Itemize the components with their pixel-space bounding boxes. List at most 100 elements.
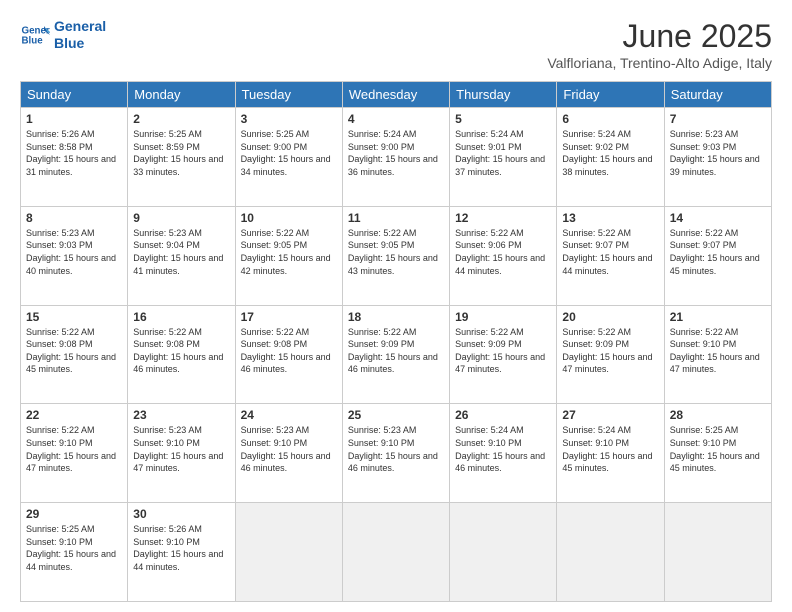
day-number: 5 — [455, 112, 551, 126]
sunrise: Sunrise: 5:23 AM — [133, 424, 229, 437]
svg-text:Blue: Blue — [22, 35, 44, 46]
table-row: 24 Sunrise: 5:23 AM Sunset: 9:10 PM Dayl… — [235, 404, 342, 503]
sunset: Sunset: 9:10 PM — [670, 338, 766, 351]
sunset: Sunset: 9:04 PM — [133, 239, 229, 252]
logo-icon: General Blue — [20, 20, 50, 50]
sunset: Sunset: 9:09 PM — [348, 338, 444, 351]
day-info: Sunrise: 5:22 AM Sunset: 9:07 PM Dayligh… — [670, 227, 766, 277]
title-block: June 2025 Valfloriana, Trentino-Alto Adi… — [547, 18, 772, 71]
day-number: 9 — [133, 211, 229, 225]
sunrise: Sunrise: 5:22 AM — [562, 227, 658, 240]
daylight: Daylight: 15 hours and 46 minutes. — [348, 450, 444, 475]
sunset: Sunset: 9:10 PM — [670, 437, 766, 450]
day-info: Sunrise: 5:23 AM Sunset: 9:04 PM Dayligh… — [133, 227, 229, 277]
sunset: Sunset: 9:03 PM — [26, 239, 122, 252]
table-row: 13 Sunrise: 5:22 AM Sunset: 9:07 PM Dayl… — [557, 206, 664, 305]
sunset: Sunset: 9:00 PM — [241, 141, 337, 154]
daylight: Daylight: 15 hours and 45 minutes. — [670, 252, 766, 277]
sunrise: Sunrise: 5:22 AM — [455, 326, 551, 339]
day-info: Sunrise: 5:22 AM Sunset: 9:05 PM Dayligh… — [241, 227, 337, 277]
table-row: 2 Sunrise: 5:25 AM Sunset: 8:59 PM Dayli… — [128, 108, 235, 207]
sunrise: Sunrise: 5:24 AM — [562, 424, 658, 437]
daylight: Daylight: 15 hours and 46 minutes. — [133, 351, 229, 376]
day-number: 18 — [348, 310, 444, 324]
table-row: 17 Sunrise: 5:22 AM Sunset: 9:08 PM Dayl… — [235, 305, 342, 404]
sunrise: Sunrise: 5:25 AM — [670, 424, 766, 437]
day-number: 30 — [133, 507, 229, 521]
day-info: Sunrise: 5:23 AM Sunset: 9:10 PM Dayligh… — [241, 424, 337, 474]
day-info: Sunrise: 5:24 AM Sunset: 9:00 PM Dayligh… — [348, 128, 444, 178]
day-info: Sunrise: 5:22 AM Sunset: 9:10 PM Dayligh… — [26, 424, 122, 474]
day-info: Sunrise: 5:23 AM Sunset: 9:10 PM Dayligh… — [133, 424, 229, 474]
col-monday: Monday — [128, 82, 235, 108]
table-row: 6 Sunrise: 5:24 AM Sunset: 9:02 PM Dayli… — [557, 108, 664, 207]
day-info: Sunrise: 5:24 AM Sunset: 9:02 PM Dayligh… — [562, 128, 658, 178]
daylight: Daylight: 15 hours and 33 minutes. — [133, 153, 229, 178]
sunset: Sunset: 9:00 PM — [348, 141, 444, 154]
day-number: 10 — [241, 211, 337, 225]
day-info: Sunrise: 5:25 AM Sunset: 9:10 PM Dayligh… — [670, 424, 766, 474]
sunrise: Sunrise: 5:23 AM — [241, 424, 337, 437]
sunrise: Sunrise: 5:24 AM — [455, 128, 551, 141]
day-number: 15 — [26, 310, 122, 324]
daylight: Daylight: 15 hours and 44 minutes. — [562, 252, 658, 277]
day-info: Sunrise: 5:23 AM Sunset: 9:03 PM Dayligh… — [26, 227, 122, 277]
table-row — [235, 503, 342, 602]
day-number: 17 — [241, 310, 337, 324]
sunset: Sunset: 9:10 PM — [241, 437, 337, 450]
daylight: Daylight: 15 hours and 37 minutes. — [455, 153, 551, 178]
table-row — [342, 503, 449, 602]
table-row: 10 Sunrise: 5:22 AM Sunset: 9:05 PM Dayl… — [235, 206, 342, 305]
table-row — [557, 503, 664, 602]
table-row: 14 Sunrise: 5:22 AM Sunset: 9:07 PM Dayl… — [664, 206, 771, 305]
table-row: 11 Sunrise: 5:22 AM Sunset: 9:05 PM Dayl… — [342, 206, 449, 305]
daylight: Daylight: 15 hours and 42 minutes. — [241, 252, 337, 277]
day-info: Sunrise: 5:23 AM Sunset: 9:10 PM Dayligh… — [348, 424, 444, 474]
table-row: 29 Sunrise: 5:25 AM Sunset: 9:10 PM Dayl… — [21, 503, 128, 602]
table-row: 18 Sunrise: 5:22 AM Sunset: 9:09 PM Dayl… — [342, 305, 449, 404]
sunrise: Sunrise: 5:24 AM — [348, 128, 444, 141]
sunset: Sunset: 9:07 PM — [562, 239, 658, 252]
day-info: Sunrise: 5:22 AM Sunset: 9:10 PM Dayligh… — [670, 326, 766, 376]
day-number: 20 — [562, 310, 658, 324]
day-info: Sunrise: 5:25 AM Sunset: 8:59 PM Dayligh… — [133, 128, 229, 178]
col-thursday: Thursday — [450, 82, 557, 108]
sunrise: Sunrise: 5:22 AM — [562, 326, 658, 339]
sunrise: Sunrise: 5:22 AM — [241, 326, 337, 339]
day-number: 4 — [348, 112, 444, 126]
sunset: Sunset: 9:08 PM — [241, 338, 337, 351]
table-row — [664, 503, 771, 602]
sunrise: Sunrise: 5:23 AM — [670, 128, 766, 141]
daylight: Daylight: 15 hours and 47 minutes. — [133, 450, 229, 475]
daylight: Daylight: 15 hours and 43 minutes. — [348, 252, 444, 277]
day-info: Sunrise: 5:25 AM Sunset: 9:10 PM Dayligh… — [26, 523, 122, 573]
sunrise: Sunrise: 5:22 AM — [348, 227, 444, 240]
calendar-table: Sunday Monday Tuesday Wednesday Thursday… — [20, 81, 772, 602]
day-number: 28 — [670, 408, 766, 422]
day-info: Sunrise: 5:26 AM Sunset: 9:10 PM Dayligh… — [133, 523, 229, 573]
col-tuesday: Tuesday — [235, 82, 342, 108]
sunrise: Sunrise: 5:22 AM — [348, 326, 444, 339]
daylight: Daylight: 15 hours and 46 minutes. — [348, 351, 444, 376]
sunset: Sunset: 9:08 PM — [133, 338, 229, 351]
table-row: 22 Sunrise: 5:22 AM Sunset: 9:10 PM Dayl… — [21, 404, 128, 503]
col-friday: Friday — [557, 82, 664, 108]
daylight: Daylight: 15 hours and 39 minutes. — [670, 153, 766, 178]
day-info: Sunrise: 5:22 AM Sunset: 9:08 PM Dayligh… — [241, 326, 337, 376]
day-number: 27 — [562, 408, 658, 422]
day-info: Sunrise: 5:25 AM Sunset: 9:00 PM Dayligh… — [241, 128, 337, 178]
table-row: 28 Sunrise: 5:25 AM Sunset: 9:10 PM Dayl… — [664, 404, 771, 503]
sunset: Sunset: 9:10 PM — [133, 437, 229, 450]
table-row: 7 Sunrise: 5:23 AM Sunset: 9:03 PM Dayli… — [664, 108, 771, 207]
day-number: 7 — [670, 112, 766, 126]
sunset: Sunset: 9:06 PM — [455, 239, 551, 252]
sunset: Sunset: 9:05 PM — [241, 239, 337, 252]
day-info: Sunrise: 5:22 AM Sunset: 9:06 PM Dayligh… — [455, 227, 551, 277]
sunrise: Sunrise: 5:22 AM — [241, 227, 337, 240]
header: General Blue General Blue June 2025 Valf… — [20, 18, 772, 71]
table-row: 12 Sunrise: 5:22 AM Sunset: 9:06 PM Dayl… — [450, 206, 557, 305]
day-number: 23 — [133, 408, 229, 422]
sunset: Sunset: 9:03 PM — [670, 141, 766, 154]
table-row: 20 Sunrise: 5:22 AM Sunset: 9:09 PM Dayl… — [557, 305, 664, 404]
daylight: Daylight: 15 hours and 44 minutes. — [26, 548, 122, 573]
